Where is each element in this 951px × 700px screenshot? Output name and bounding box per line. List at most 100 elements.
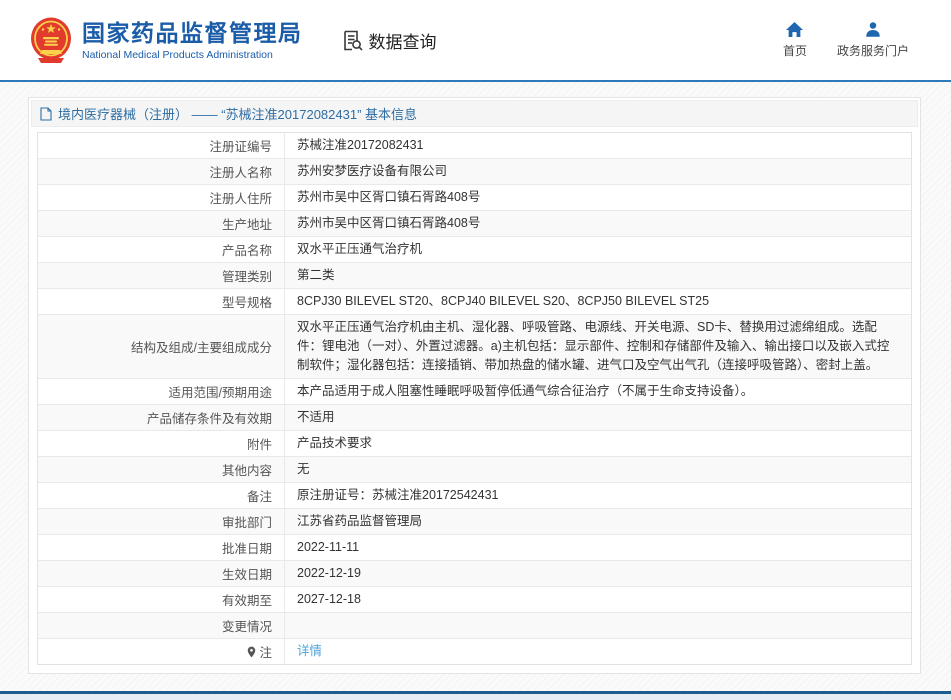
row-label: 审批部门 bbox=[38, 509, 285, 534]
table-row: 备注 原注册证号：苏械注准20172542431 bbox=[38, 483, 911, 509]
row-value: 双水平正压通气治疗机由主机、湿化器、呼吸管路、电源线、开关电源、SD卡、替换用过… bbox=[285, 315, 911, 378]
row-value: 2022-12-19 bbox=[285, 561, 911, 586]
row-label-text: 附件 bbox=[247, 434, 272, 453]
table-row: 型号规格 8CPJ30 BILEVEL ST20、8CPJ40 BILEVEL … bbox=[38, 289, 911, 315]
row-value: 苏州市吴中区胥口镇石胥路408号 bbox=[285, 185, 911, 210]
row-label-text: 结构及组成/主要组成成分 bbox=[131, 337, 272, 356]
row-label-text: 适用范围/预期用途 bbox=[169, 382, 272, 401]
row-label: 注册人名称 bbox=[38, 159, 285, 184]
row-label: 注册人住所 bbox=[38, 185, 285, 210]
table-row: 生产地址 苏州市吴中区胥口镇石胥路408号 bbox=[38, 211, 911, 237]
table-row: 管理类别 第二类 bbox=[38, 263, 911, 289]
page-icon bbox=[40, 107, 52, 121]
data-query-label: 数据查询 bbox=[369, 28, 437, 53]
table-row: 生效日期 2022-12-19 bbox=[38, 561, 911, 587]
row-label-text: 注册人名称 bbox=[209, 162, 272, 181]
info-table-body: 注册证编号 苏械注准20172082431 注册人名称 苏州安梦医疗设备有限公司 bbox=[38, 133, 911, 664]
row-label-text: 产品名称 bbox=[222, 240, 272, 259]
nav-home[interactable]: 首页 bbox=[783, 21, 807, 59]
row-label: 产品储存条件及有效期 bbox=[38, 405, 285, 430]
row-value: 2027-12-18 bbox=[285, 587, 911, 612]
row-value: 苏州安梦医疗设备有限公司 bbox=[285, 159, 911, 184]
row-label: 生效日期 bbox=[38, 561, 285, 586]
detail-panel: 境内医疗器械（注册） —— “苏械注准20172082431” 基本信息 注册证… bbox=[28, 97, 921, 674]
row-value: 无 bbox=[285, 457, 911, 482]
row-label-text: 管理类别 bbox=[222, 266, 272, 285]
row-label: 批准日期 bbox=[38, 535, 285, 560]
row-value: 8CPJ30 BILEVEL ST20、8CPJ40 BILEVEL S20、8… bbox=[285, 289, 911, 314]
row-label: 型号规格 bbox=[38, 289, 285, 314]
row-label-text: 生产地址 bbox=[222, 214, 272, 233]
row-value: 苏械注准20172082431 bbox=[285, 133, 911, 158]
table-row: 适用范围/预期用途 本产品适用于成人阻塞性睡眠呼吸暂停低通气综合征治疗（不属于生… bbox=[38, 379, 911, 405]
row-value: 详情 bbox=[285, 639, 911, 664]
agency-name-cn: 国家药品监督管理局 bbox=[82, 20, 303, 46]
table-row: 审批部门 江苏省药品监督管理局 bbox=[38, 509, 911, 535]
national-emblem-icon bbox=[30, 17, 72, 64]
table-row: 附件 产品技术要求 bbox=[38, 431, 911, 457]
row-label-text: 注 bbox=[259, 642, 272, 661]
nav-gov-portal[interactable]: 政务服务门户 bbox=[837, 21, 909, 59]
row-label: 备注 bbox=[38, 483, 285, 508]
row-value bbox=[285, 613, 911, 638]
row-label-text: 变更情况 bbox=[222, 616, 272, 635]
info-table: 注册证编号 苏械注准20172082431 注册人名称 苏州安梦医疗设备有限公司 bbox=[37, 132, 912, 665]
table-row: 注册人住所 苏州市吴中区胥口镇石胥路408号 bbox=[38, 185, 911, 211]
page-footer bbox=[0, 691, 951, 700]
row-value: 江苏省药品监督管理局 bbox=[285, 509, 911, 534]
row-label-text: 备注 bbox=[247, 486, 272, 505]
row-value: 不适用 bbox=[285, 405, 911, 430]
breadcrumb: 境内医疗器械（注册） —— “苏械注准20172082431” 基本信息 bbox=[31, 100, 918, 127]
table-row: 产品名称 双水平正压通气治疗机 bbox=[38, 237, 911, 263]
detail-link[interactable]: 详情 bbox=[297, 642, 322, 661]
row-label: 其他内容 bbox=[38, 457, 285, 482]
table-row: 注册人名称 苏州安梦医疗设备有限公司 bbox=[38, 159, 911, 185]
page-title: 境内医疗器械（注册） —— “苏械注准20172082431” 基本信息 bbox=[58, 104, 417, 123]
row-value: 产品技术要求 bbox=[285, 431, 911, 456]
row-label: 注册证编号 bbox=[38, 133, 285, 158]
row-label: 附件 bbox=[38, 431, 285, 456]
site-header: 国家药品监督管理局 National Medical Products Admi… bbox=[0, 0, 951, 82]
row-label: 变更情况 bbox=[38, 613, 285, 638]
row-label-text: 生效日期 bbox=[222, 564, 272, 583]
row-label-text: 型号规格 bbox=[222, 292, 272, 311]
row-value: 原注册证号：苏械注准20172542431 bbox=[285, 483, 911, 508]
row-label-text: 审批部门 bbox=[222, 512, 272, 531]
row-label-text: 有效期至 bbox=[222, 590, 272, 609]
row-value: 第二类 bbox=[285, 263, 911, 288]
table-row: 产品储存条件及有效期 不适用 bbox=[38, 405, 911, 431]
agency-title-block: 国家药品监督管理局 National Medical Products Admi… bbox=[82, 20, 303, 61]
row-value: 双水平正压通气治疗机 bbox=[285, 237, 911, 262]
row-value: 2022-11-11 bbox=[285, 535, 911, 560]
agency-logo-group: 国家药品监督管理局 National Medical Products Admi… bbox=[30, 17, 303, 64]
table-row: 有效期至 2027-12-18 bbox=[38, 587, 911, 613]
table-row: 变更情况 bbox=[38, 613, 911, 639]
user-icon bbox=[864, 21, 882, 38]
row-label: 管理类别 bbox=[38, 263, 285, 288]
row-label: 产品名称 bbox=[38, 237, 285, 262]
home-icon bbox=[785, 21, 804, 38]
table-row: 批准日期 2022-11-11 bbox=[38, 535, 911, 561]
row-label-text: 注册证编号 bbox=[209, 136, 272, 155]
table-row: 注册证编号 苏械注准20172082431 bbox=[38, 133, 911, 159]
pin-icon bbox=[247, 646, 256, 658]
row-label: 适用范围/预期用途 bbox=[38, 379, 285, 404]
header-nav: 首页 政务服务门户 bbox=[783, 21, 909, 59]
agency-name-en: National Medical Products Administration bbox=[82, 49, 303, 61]
data-query-module: 数据查询 bbox=[341, 28, 437, 53]
table-row: 注 详情 bbox=[38, 639, 911, 664]
row-label-text: 产品储存条件及有效期 bbox=[147, 408, 272, 427]
row-label: 生产地址 bbox=[38, 211, 285, 236]
nav-gov-portal-label: 政务服务门户 bbox=[837, 42, 909, 59]
table-row: 其他内容 无 bbox=[38, 457, 911, 483]
row-value: 苏州市吴中区胥口镇石胥路408号 bbox=[285, 211, 911, 236]
table-row: 结构及组成/主要组成成分 双水平正压通气治疗机由主机、湿化器、呼吸管路、电源线、… bbox=[38, 315, 911, 379]
row-label-text: 批准日期 bbox=[222, 538, 272, 557]
row-label: 结构及组成/主要组成成分 bbox=[38, 315, 285, 378]
row-label-text: 其他内容 bbox=[222, 460, 272, 479]
row-value: 本产品适用于成人阻塞性睡眠呼吸暂停低通气综合征治疗（不属于生命支持设备）。 bbox=[285, 379, 911, 404]
row-label-text: 注册人住所 bbox=[209, 188, 272, 207]
document-search-icon bbox=[341, 29, 364, 52]
nav-home-label: 首页 bbox=[783, 42, 807, 59]
row-label: 有效期至 bbox=[38, 587, 285, 612]
